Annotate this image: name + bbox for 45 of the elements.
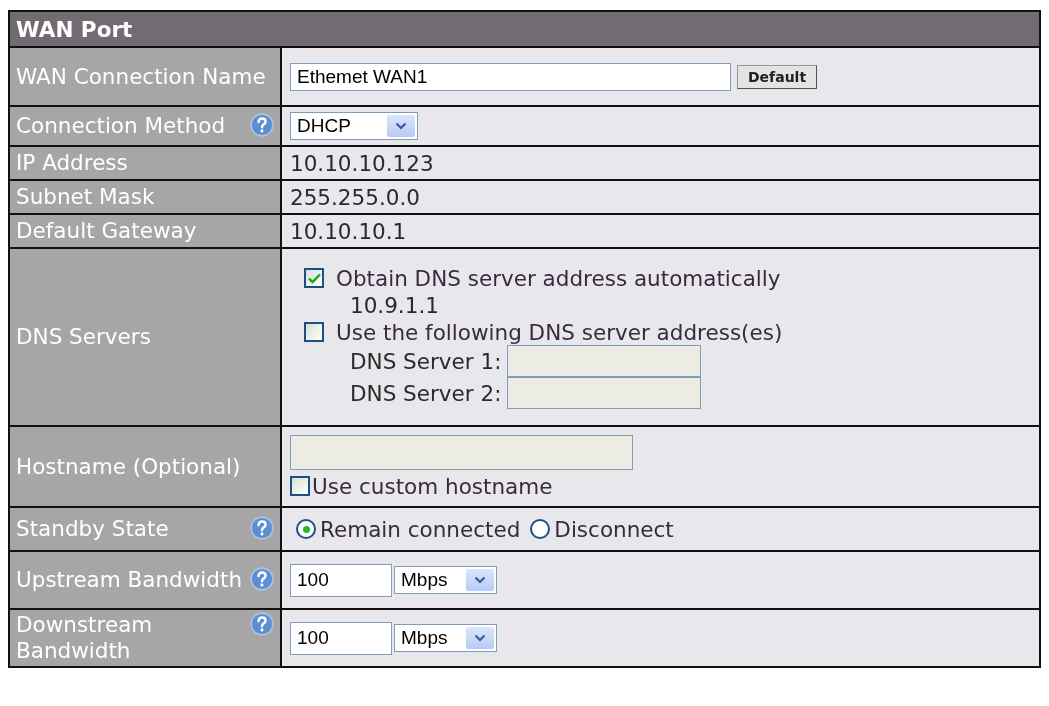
dns-address: 10.9.1.1 [349,292,440,318]
checkbox[interactable] [304,322,324,342]
option-label: Use the following DNS server address(es) [336,319,783,345]
server-label: DNS Server 1: [350,349,502,374]
panel-title: WAN Port [16,16,133,42]
field-value: 255.255.0.0 [290,184,420,210]
field-label: DNS Servers [16,324,151,350]
unit-dropdown[interactable]: Mbps [394,566,497,594]
field-label: Downstream Bandwidth [16,612,154,664]
option-label: Disconnect [554,516,674,542]
check-icon [307,272,321,284]
bandwidth-field[interactable]: 100 [290,621,392,655]
bandwidth-field[interactable]: 100 [290,563,392,597]
field-label: WAN Connection Name [16,63,266,90]
option-label: Obtain DNS server address automatically [336,265,781,291]
field-label: Upstream Bandwidth [16,567,243,593]
method-dropdown[interactable]: DHCP [290,112,418,140]
radio-button[interactable] [296,519,316,539]
field-value: 10.10.10.123 [290,150,434,176]
checkbox[interactable] [290,476,310,496]
caret-icon [466,627,494,649]
hostname-field[interactable] [290,434,633,470]
checkbox[interactable] [304,268,324,288]
option-label: Use custom hostname [312,473,553,499]
field-label: Subnet Mask [16,184,155,210]
default-button[interactable]: Default [737,64,818,89]
option-label: Remain connected [320,516,521,542]
server-field[interactable] [507,344,702,377]
field-label: IP Address [16,150,128,176]
help-icon[interactable] [250,567,274,592]
field-label: Standby State [16,516,169,542]
help-icon[interactable] [250,113,274,138]
field-value: 10.10.10.1 [290,218,407,244]
radio-button[interactable] [530,519,551,539]
field-label: Hostname (Optional) [16,453,241,480]
unit-dropdown[interactable]: Mbps [394,624,497,652]
help-icon[interactable] [250,516,274,541]
name-field[interactable]: Ethemet WAN1 [290,62,731,91]
server-field[interactable] [507,376,702,409]
field-label: Default Gateway [16,218,197,244]
server-label: DNS Server 2: [350,381,502,406]
help-icon[interactable] [250,612,274,637]
field-label: Connection Method [16,113,226,139]
caret-icon [387,115,415,137]
caret-icon [466,569,494,591]
